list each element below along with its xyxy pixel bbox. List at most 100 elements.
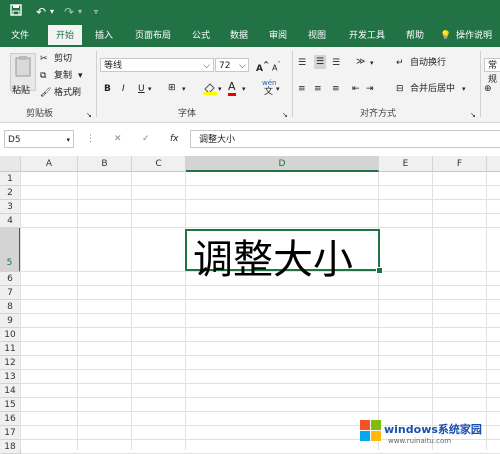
font-color-icon[interactable]: A — [228, 81, 236, 96]
column-header-C[interactable]: C — [132, 156, 186, 172]
increase-indent-icon[interactable]: ⇥ — [366, 83, 374, 95]
tab-review[interactable]: 审阅 — [263, 25, 293, 47]
tab-file[interactable]: 文件 — [4, 25, 36, 47]
align-right-icon[interactable]: ≡ — [332, 83, 340, 95]
column-header-F[interactable]: F — [433, 156, 487, 172]
copy-dropdown-icon[interactable]: ▾ — [78, 70, 83, 82]
column-header-D[interactable]: D — [186, 156, 379, 172]
row-header-13[interactable]: 13 — [0, 370, 21, 384]
font-launcher-icon[interactable]: ↘ — [282, 109, 288, 121]
gridline — [21, 213, 500, 214]
customize-icon[interactable]: ▿ — [94, 4, 98, 20]
row-header-15[interactable]: 15 — [0, 398, 21, 412]
undo-dropdown-icon[interactable]: ▾ — [50, 4, 54, 20]
merge-center-button[interactable]: 合并后居中 — [410, 83, 455, 95]
fill-color-dropdown-icon[interactable]: ▾ — [218, 83, 222, 95]
format-painter-icon[interactable]: 🖌 — [40, 87, 51, 99]
cancel-icon[interactable]: ✕ — [114, 133, 122, 145]
enter-icon[interactable]: ✓ — [142, 133, 150, 145]
select-all-corner[interactable] — [0, 156, 21, 172]
underline-dropdown-icon[interactable]: ▾ — [148, 83, 152, 95]
tab-insert[interactable]: 插入 — [88, 25, 120, 47]
border-dropdown-icon[interactable]: ▾ — [182, 83, 186, 95]
cut-icon[interactable]: ✂ — [40, 53, 48, 65]
copy-icon[interactable]: ⧉ — [40, 70, 46, 82]
tell-me-search[interactable]: 操作说明 — [456, 25, 500, 47]
gridline — [21, 285, 500, 286]
row-header-1[interactable]: 1 — [0, 172, 21, 186]
fill-color-icon[interactable] — [202, 81, 218, 99]
row-header-14[interactable]: 14 — [0, 384, 21, 398]
row-header-2[interactable]: 2 — [0, 186, 21, 200]
underline-button[interactable]: U — [138, 83, 145, 95]
tab-view[interactable]: 视图 — [302, 25, 332, 47]
tab-help[interactable]: 帮助 — [400, 25, 430, 47]
row-header-4[interactable]: 4 — [0, 214, 21, 228]
tab-formulas[interactable]: 公式 — [186, 25, 216, 47]
undo-icon[interactable]: ↶ — [36, 4, 46, 20]
fill-handle[interactable] — [376, 267, 383, 274]
column-header-A[interactable]: A — [21, 156, 78, 172]
align-top-icon[interactable]: ☰ — [298, 57, 306, 69]
row-header-5[interactable]: 5 — [0, 228, 21, 272]
name-box[interactable]: D5 ▾ — [4, 130, 74, 148]
column-header-E[interactable]: E — [379, 156, 433, 172]
tab-developer[interactable]: 开发工具 — [342, 25, 392, 47]
italic-button[interactable]: I — [122, 83, 125, 95]
orientation-icon[interactable]: ≫ — [356, 56, 365, 68]
gridline — [21, 383, 500, 384]
alignment-launcher-icon[interactable]: ↘ — [470, 109, 476, 121]
paste-button[interactable]: 粘贴 — [12, 85, 30, 97]
copy-button[interactable]: 复制 — [54, 70, 72, 82]
row-header-7[interactable]: 7 — [0, 286, 21, 300]
format-painter-button[interactable]: 格式刷 — [54, 87, 81, 99]
cut-button[interactable]: 剪切 — [54, 53, 72, 65]
font-size-select[interactable]: 72 ⌵ — [215, 58, 249, 72]
redo-icon[interactable]: ↷ — [64, 4, 74, 20]
column-header-B[interactable]: B — [78, 156, 132, 172]
save-icon[interactable] — [10, 4, 22, 20]
decrease-indent-icon[interactable]: ⇤ — [352, 83, 360, 95]
row-header-9[interactable]: 9 — [0, 314, 21, 328]
formula-input[interactable]: 调整大小 — [190, 130, 500, 148]
cell-D5[interactable]: 调整大小 — [193, 227, 353, 285]
gridline — [21, 355, 500, 356]
grow-font-button[interactable]: A^ — [256, 59, 269, 75]
tab-page-layout[interactable]: 页面布局 — [128, 25, 178, 47]
insert-function-button[interactable]: fx — [170, 133, 179, 145]
font-color-dropdown-icon[interactable]: ▾ — [242, 83, 246, 95]
row-header-11[interactable]: 11 — [0, 342, 21, 356]
row-header-10[interactable]: 10 — [0, 328, 21, 342]
merge-dropdown-icon[interactable]: ▾ — [462, 83, 466, 95]
row-header-17[interactable]: 17 — [0, 426, 21, 440]
row-header-3[interactable]: 3 — [0, 200, 21, 214]
redo-dropdown-icon[interactable]: ▾ — [78, 4, 82, 20]
shrink-font-button[interactable]: Aˇ — [272, 59, 281, 75]
tab-data[interactable]: 数据 — [224, 25, 254, 47]
row-header-18[interactable]: 18 — [0, 440, 21, 454]
border-icon[interactable]: ⊞ — [168, 82, 176, 94]
clipboard-launcher-icon[interactable]: ↘ — [86, 109, 92, 121]
align-left-icon[interactable]: ≡ — [298, 83, 306, 95]
row-header-16[interactable]: 16 — [0, 412, 21, 426]
lightbulb-icon: 💡 — [440, 31, 452, 41]
orientation-dropdown-icon[interactable]: ▾ — [370, 57, 374, 69]
tab-home[interactable]: 开始 — [48, 25, 82, 47]
watermark-title: windows系统家园 — [384, 423, 482, 436]
align-middle-icon[interactable]: ☰ — [314, 55, 327, 69]
phonetic-dropdown-icon[interactable]: ▾ — [276, 83, 280, 95]
wrap-text-icon[interactable]: ↵ — [396, 57, 404, 69]
row-header-8[interactable]: 8 — [0, 300, 21, 314]
merge-center-icon[interactable]: ⊟ — [396, 83, 404, 95]
number-format-select[interactable]: 常规 — [484, 58, 500, 85]
wrap-text-button[interactable]: 自动换行 — [410, 57, 446, 69]
currency-icon[interactable]: ⊕ — [484, 83, 492, 95]
align-bottom-icon[interactable]: ☰ — [332, 57, 340, 69]
column-header-G[interactable] — [487, 156, 500, 172]
font-name-select[interactable]: 等线 ⌵ — [100, 58, 214, 72]
row-header-6[interactable]: 6 — [0, 272, 21, 286]
align-center-icon[interactable]: ≡ — [314, 83, 322, 95]
bold-button[interactable]: B — [104, 83, 111, 95]
row-header-12[interactable]: 12 — [0, 356, 21, 370]
spreadsheet-grid[interactable]: A B C D E F 1 2 3 4 5 6 7 8 9 10 11 12 13 14 15 16 17 18 … — [0, 156, 500, 454]
